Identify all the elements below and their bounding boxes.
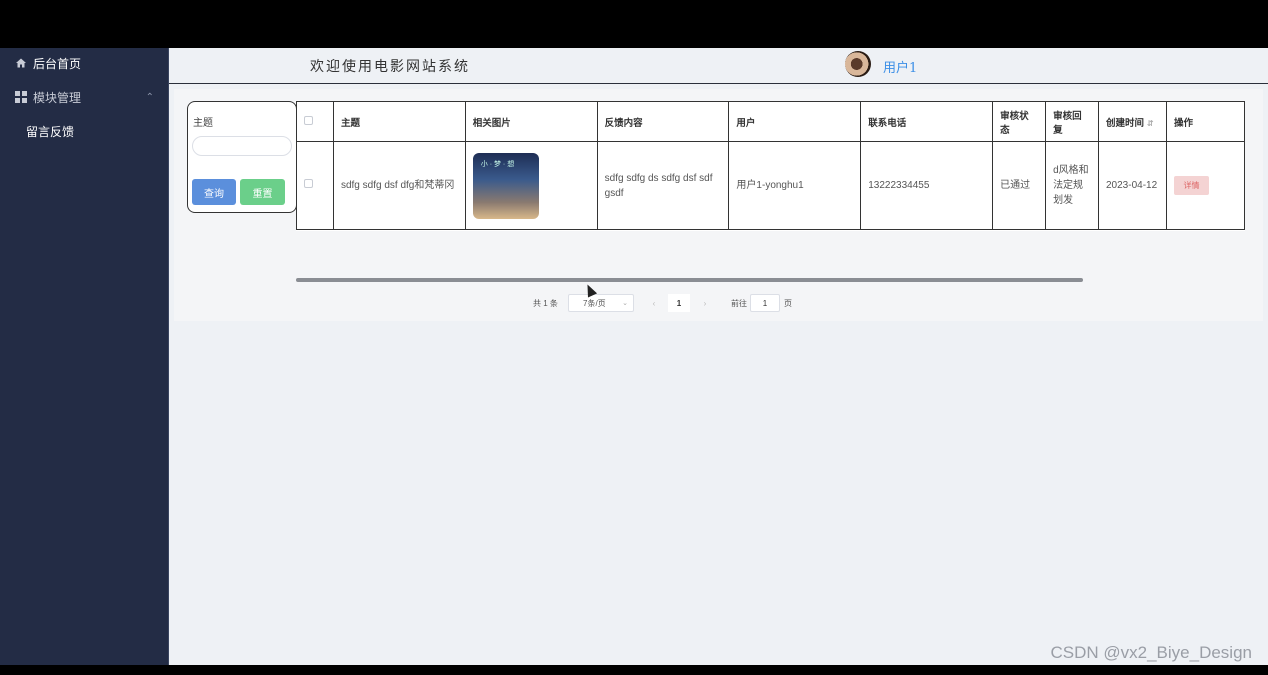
column-header: 审核状态 — [992, 101, 1047, 142]
goto-label: 前往 — [731, 298, 747, 308]
search-form: 主题 查询 重置 — [187, 101, 297, 213]
page-unit-label: 页 — [784, 298, 792, 308]
cell-phone: 13222334455 — [860, 141, 994, 230]
cell-user: 用户1-yonghu1 — [728, 141, 862, 230]
column-header: 相关图片 — [464, 101, 598, 142]
thumbnail-image[interactable] — [472, 152, 539, 219]
cell-reply: d风格和法定规划发 — [1045, 141, 1099, 230]
page-title: 欢迎使用电影网站系统 — [310, 59, 470, 75]
goto-page-input[interactable]: 1 — [750, 294, 780, 312]
page-size-select[interactable]: 7条/页 ⌄ — [568, 294, 634, 312]
select-all-cell[interactable] — [296, 101, 334, 142]
pagination-total: 共 1 条 — [533, 298, 558, 308]
home-icon — [16, 58, 26, 68]
cell-created: 2023-04-12 — [1098, 141, 1167, 230]
subject-search-input[interactable] — [192, 136, 292, 156]
prev-page-button[interactable]: ‹ — [645, 294, 663, 312]
sidebar-item-feedback[interactable]: 留言反馈 — [0, 116, 168, 146]
app-frame: 后台首页 模块管理 ⌃ 留言反馈 欢迎使用电影网站系统 用户1 主题 查询 重置 — [0, 48, 1268, 665]
column-header: 联系电话 — [860, 101, 994, 142]
grid-icon — [15, 91, 27, 103]
sidebar-item-label: 留言反馈 — [26, 124, 75, 139]
detail-button[interactable]: 详情 — [1173, 176, 1209, 195]
reset-button[interactable]: 重置 — [240, 179, 285, 205]
cell-subject: sdfg sdfg dsf dfg和梵蒂冈 — [332, 141, 466, 230]
column-header: 审核回复 — [1045, 101, 1099, 142]
sidebar: 后台首页 模块管理 ⌃ 留言反馈 — [0, 48, 169, 665]
sidebar-item-label: 模块管理 — [33, 90, 82, 105]
watermark: CSDN @vx2_Biye_Design — [1050, 643, 1252, 662]
page-number-current[interactable]: 1 — [668, 294, 690, 312]
feedback-table: 主题 相关图片 反馈内容 用户 联系电话 审核状态 审核回复 创建时间 ⇵ 操作 … — [296, 101, 1245, 231]
cell-image — [464, 141, 598, 230]
column-header: 用户 — [728, 101, 862, 142]
column-header: 主题 — [332, 101, 466, 142]
table-row: sdfg sdfg dsf dfg和梵蒂冈 sdfg sdfg ds sdfg … — [296, 141, 1245, 230]
cell-content: sdfg sdfg ds sdfg dsf sdf gsdf — [596, 141, 730, 230]
next-page-button[interactable]: › — [696, 294, 714, 312]
row-checkbox[interactable] — [304, 179, 313, 188]
query-button[interactable]: 查询 — [192, 179, 236, 205]
sidebar-item-label: 后台首页 — [33, 56, 82, 71]
content-panel: 主题 查询 重置 主题 相关图片 反馈内容 用户 联系电话 审核状态 审核回复 … — [174, 89, 1263, 321]
header: 欢迎使用电影网站系统 用户1 — [169, 48, 1268, 84]
cell-action: 详情 — [1165, 141, 1245, 230]
column-header: 操作 — [1165, 101, 1245, 142]
sidebar-item-home[interactable]: 后台首页 — [0, 48, 168, 78]
sidebar-item-module-management[interactable]: 模块管理 ⌃ — [0, 82, 168, 112]
column-header: 反馈内容 — [596, 101, 730, 142]
avatar[interactable] — [845, 51, 871, 77]
chevron-down-icon: ⌄ — [622, 300, 628, 307]
sort-icon[interactable]: ⇵ — [1147, 119, 1154, 128]
row-select-cell[interactable] — [296, 141, 334, 230]
chevron-up-icon: ⌃ — [145, 91, 154, 103]
user-name[interactable]: 用户1 — [883, 57, 917, 76]
column-header-sortable[interactable]: 创建时间 ⇵ — [1098, 101, 1167, 142]
search-label: 主题 — [193, 118, 213, 129]
column-header-label: 创建时间 — [1106, 117, 1145, 129]
horizontal-scrollbar[interactable] — [296, 278, 1083, 282]
page-size-value: 7条/页 — [583, 298, 606, 308]
select-all-checkbox[interactable] — [304, 115, 313, 125]
table-header-row: 主题 相关图片 反馈内容 用户 联系电话 审核状态 审核回复 创建时间 ⇵ 操作 — [296, 101, 1245, 142]
cell-status: 已通过 — [992, 141, 1047, 230]
